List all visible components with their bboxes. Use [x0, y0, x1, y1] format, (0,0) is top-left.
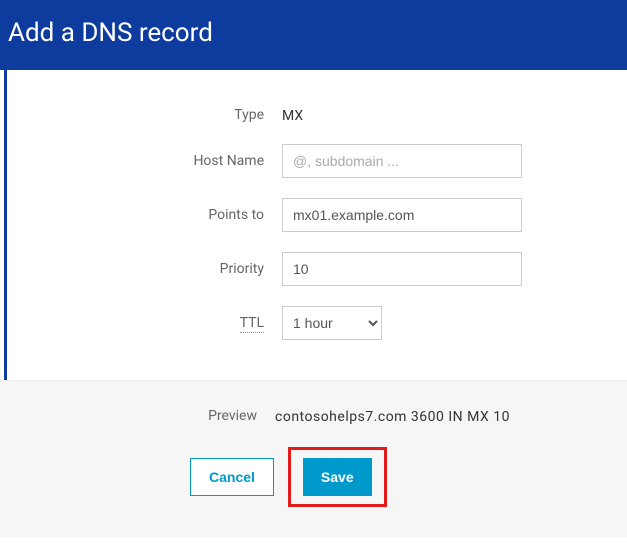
page-header: Add a DNS record: [0, 0, 627, 70]
row-hostname: Host Name: [7, 144, 627, 178]
row-priority: Priority: [7, 252, 627, 286]
form-body: Type MX Host Name Points to Priority TTL…: [4, 70, 627, 380]
hostname-label: Host Name: [7, 153, 282, 169]
form-footer: Preview contosohelps7.com 3600 IN MX 10 …: [0, 380, 627, 537]
row-type: Type MX: [7, 105, 627, 124]
hostname-input[interactable]: [282, 144, 522, 178]
pointsto-label: Points to: [7, 207, 282, 223]
ttl-select[interactable]: 1 hour: [282, 306, 382, 340]
type-label: Type: [7, 107, 282, 123]
type-value: MX: [282, 108, 303, 124]
save-button[interactable]: Save: [303, 458, 372, 496]
row-preview: Preview contosohelps7.com 3600 IN MX 10: [0, 406, 627, 425]
priority-label: Priority: [7, 261, 282, 277]
priority-input[interactable]: [282, 252, 522, 286]
pointsto-input[interactable]: [282, 198, 522, 232]
row-ttl: TTL 1 hour: [7, 306, 627, 340]
ttl-label-cell: TTL: [7, 315, 282, 331]
save-highlight: Save: [288, 447, 387, 507]
preview-value: contosohelps7.com 3600 IN MX 10: [275, 409, 510, 425]
cancel-button[interactable]: Cancel: [190, 458, 274, 496]
preview-label: Preview: [0, 408, 275, 424]
button-row: Cancel Save: [0, 447, 627, 507]
row-pointsto: Points to: [7, 198, 627, 232]
page-title: Add a DNS record: [8, 18, 213, 48]
ttl-label: TTL: [240, 315, 264, 333]
